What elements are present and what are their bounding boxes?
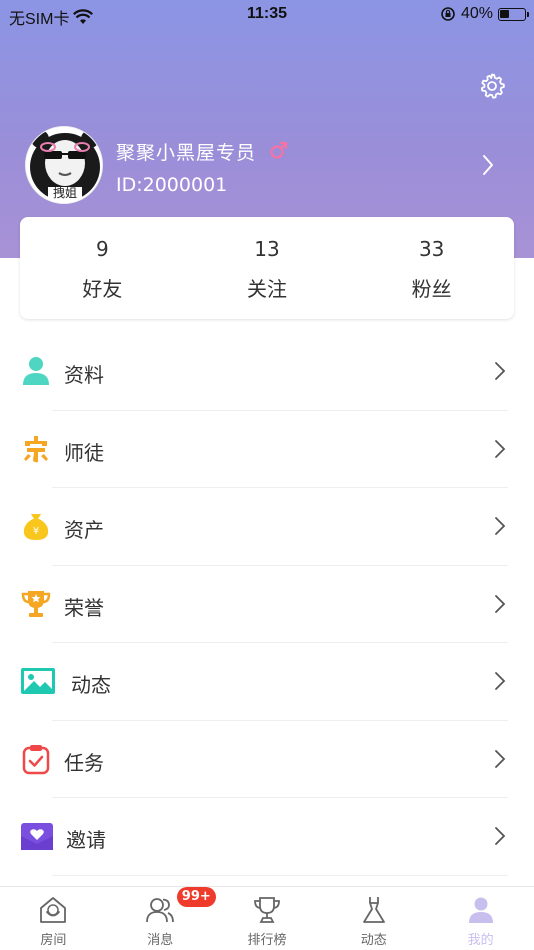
- orientation-lock-icon: [441, 7, 455, 21]
- menu-list: 资料 师徒 ¥ 资产 荣誉 动态 任务 邀请: [0, 333, 534, 876]
- image-icon: [21, 668, 55, 694]
- battery-percent: 40%: [460, 5, 493, 22]
- battery-icon: [498, 7, 529, 21]
- stat-label: 关注: [247, 277, 287, 301]
- male-gender-icon: [270, 142, 287, 159]
- tab-bar: 房间 消息 99+ 排行榜 动态 我的: [0, 886, 534, 950]
- chevron-right-icon: [495, 594, 506, 613]
- profile-icon: [468, 897, 493, 923]
- avatar[interactable]: 拽姐: [25, 126, 103, 204]
- profile-header[interactable]: 拽姐 聚聚小黑屋专员 ID:2000001: [25, 126, 509, 206]
- menu-label: 动态: [71, 673, 111, 697]
- person-icon: [23, 357, 49, 385]
- chevron-right-icon: [495, 362, 506, 380]
- nickname: 聚聚小黑屋专员: [116, 142, 257, 164]
- tab-label: 消息: [147, 933, 174, 948]
- tab-moments[interactable]: 动态: [320, 887, 427, 950]
- menu-item-invite[interactable]: 邀请: [0, 798, 534, 876]
- menu-label: 资产: [64, 518, 104, 542]
- money-bag-icon: ¥: [23, 514, 49, 540]
- stat-fans[interactable]: 33 粉丝: [349, 217, 514, 319]
- avatar-caption: 拽姐: [52, 186, 77, 200]
- tab-me[interactable]: 我的: [427, 887, 534, 950]
- mentor-icon: [24, 435, 48, 462]
- stat-following[interactable]: 13 关注: [185, 217, 350, 319]
- chevron-right-icon: [495, 749, 506, 768]
- tab-label: 我的: [467, 933, 494, 948]
- stat-value: 9: [95, 237, 109, 261]
- tab-label: 动态: [360, 933, 387, 948]
- unread-badge: 99+: [176, 887, 216, 907]
- menu-label: 任务: [64, 750, 104, 775]
- invite-icon: [21, 823, 53, 850]
- chevron-right-icon: [495, 517, 506, 535]
- chevron-right-icon: [495, 827, 506, 845]
- status-right: 40%: [440, 5, 529, 23]
- menu-item-mentor[interactable]: 师徒: [0, 411, 534, 488]
- stat-label: 粉丝: [411, 277, 452, 301]
- menu-label: 师徒: [64, 440, 104, 465]
- task-icon: [22, 744, 50, 774]
- svg-text:¥: ¥: [33, 526, 39, 537]
- menu-item-tasks[interactable]: 任务: [0, 721, 534, 798]
- tab-leaderboard[interactable]: 排行榜: [214, 887, 321, 950]
- stat-label: 好友: [82, 277, 123, 301]
- user-id: ID:2000001: [116, 174, 228, 196]
- stat-value: 33: [418, 237, 445, 261]
- trophy-icon: [21, 590, 51, 617]
- stats-card: 9 好友 13 关注 33 粉丝: [20, 217, 514, 319]
- battery-level: [500, 9, 509, 18]
- divider: [52, 874, 508, 876]
- menu-label: 资料: [64, 363, 104, 387]
- menu-item-assets[interactable]: ¥ 资产: [0, 488, 534, 566]
- menu-item-moments[interactable]: 动态: [0, 643, 534, 721]
- menu-item-profile[interactable]: 资料: [0, 333, 534, 411]
- messages-icon: [146, 898, 175, 923]
- chevron-right-icon: [495, 439, 506, 458]
- chevron-right-icon[interactable]: [481, 154, 495, 176]
- tab-label: 房间: [40, 933, 67, 948]
- menu-label: 邀请: [66, 828, 106, 852]
- stat-value: 13: [254, 237, 280, 261]
- tab-messages[interactable]: 消息 99+: [107, 887, 216, 950]
- gear-icon[interactable]: [478, 72, 506, 100]
- stat-friends[interactable]: 9 好友: [20, 217, 185, 319]
- menu-item-honor[interactable]: 荣誉: [0, 566, 534, 643]
- tab-label: 排行榜: [247, 933, 287, 948]
- tab-rooms[interactable]: 房间: [0, 887, 107, 950]
- status-bar: 无SIM卡 11:35 40%: [0, 0, 534, 30]
- chevron-right-icon: [495, 672, 506, 690]
- menu-label: 荣誉: [64, 595, 104, 620]
- trophy-icon: [254, 897, 280, 923]
- home-icon: [40, 897, 67, 923]
- dress-icon: [362, 897, 385, 923]
